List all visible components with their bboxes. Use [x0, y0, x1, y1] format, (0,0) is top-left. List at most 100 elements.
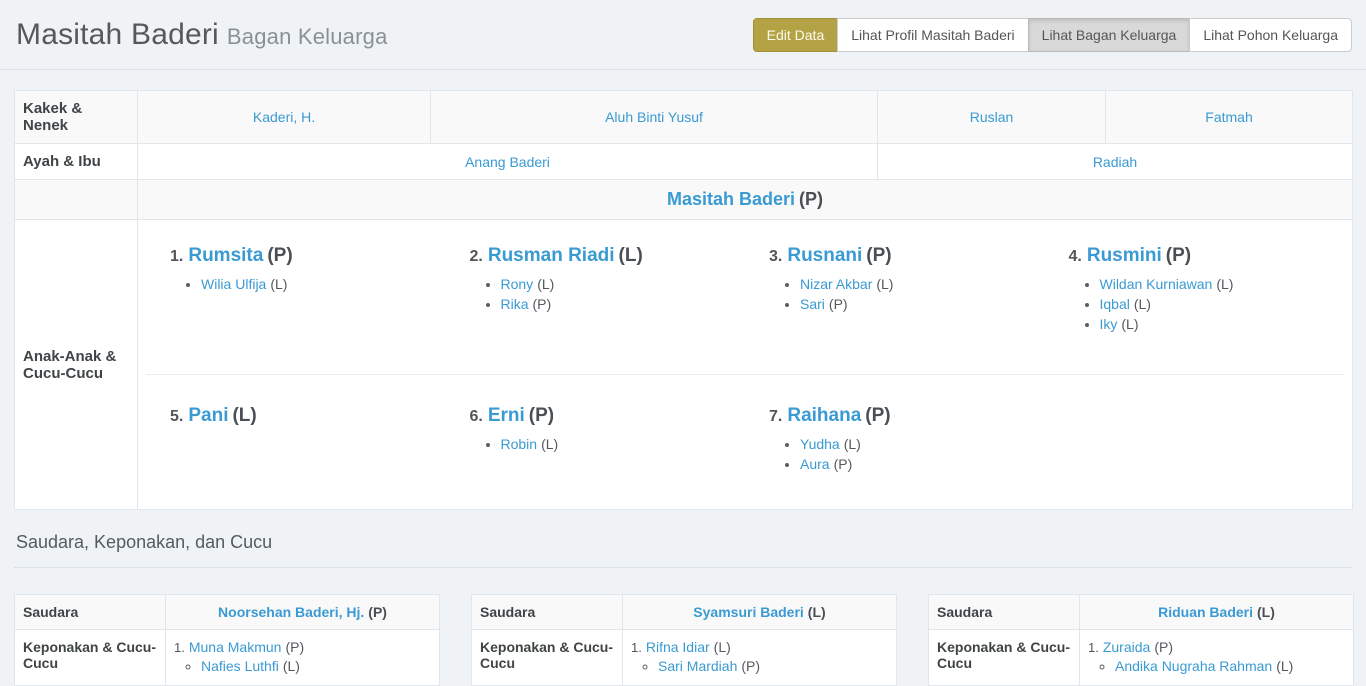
- action-button-group: Edit Data Lihat Profil Masitah Baderi Li…: [753, 18, 1352, 52]
- child-heading: 2.Rusman Riadi(L): [470, 245, 738, 267]
- person-link[interactable]: Radiah: [1093, 154, 1137, 170]
- edit-data-button[interactable]: Edit Data: [753, 18, 839, 52]
- person-link[interactable]: Erni: [488, 405, 525, 426]
- person-link[interactable]: Fatmah: [1205, 109, 1252, 125]
- person-link[interactable]: Rika: [501, 296, 529, 312]
- nephews-row: Keponakan & Cucu-Cucu 1.Muna Makmun(P) N…: [15, 630, 440, 686]
- person-link[interactable]: Riduan Baderi: [1158, 604, 1253, 620]
- person-link[interactable]: Anang Baderi: [465, 154, 550, 170]
- person-link[interactable]: Rusnani: [787, 245, 862, 266]
- grandparent-cell: Kaderi, H.: [138, 91, 431, 144]
- page-title: Masitah BaderiBagan Keluarga: [16, 18, 388, 52]
- nephew-children-list: Sari Mardiah(P): [631, 658, 888, 674]
- child-number: 3.: [769, 248, 782, 265]
- parents-row-label: Ayah & Ibu: [15, 144, 138, 180]
- person-link[interactable]: Masitah Baderi: [667, 189, 795, 209]
- gender-label: (P): [533, 296, 552, 312]
- person-link[interactable]: Nizar Akbar: [800, 276, 872, 292]
- parents-row: Ayah & Ibu Anang Baderi Radiah: [15, 144, 1353, 180]
- nephews-row: Keponakan & Cucu-Cucu 1.Rifna Idiar(L) S…: [472, 630, 897, 686]
- person-link[interactable]: Sari: [800, 296, 825, 312]
- sibling-name-row: Saudara Riduan Baderi(L): [929, 595, 1354, 630]
- gender-label: (L): [876, 276, 893, 292]
- gender-label: (P): [865, 405, 890, 426]
- person-link[interactable]: Raihana: [787, 405, 861, 426]
- child-block: 7.Raihana(P) Yudha(L) Aura (P): [745, 375, 1045, 500]
- nephew-child-item: Nafies Luthfi(L): [201, 658, 431, 674]
- person-link[interactable]: Rusman Riadi: [488, 245, 615, 266]
- grandchild-item: Rika(P): [501, 296, 738, 312]
- child-number: 6.: [470, 408, 483, 425]
- sibling-name-cell: Riduan Baderi(L): [1080, 595, 1354, 630]
- child-number: 1.: [170, 248, 183, 265]
- sibling-card: Saudara Riduan Baderi(L) Keponakan & Cuc…: [928, 594, 1354, 686]
- person-link[interactable]: Iky: [1100, 316, 1118, 332]
- view-chart-button[interactable]: Lihat Bagan Keluarga: [1028, 18, 1191, 52]
- gender-label: (P): [368, 604, 387, 620]
- gender-label: (P): [866, 245, 891, 266]
- nephew-number: 1.: [1088, 640, 1099, 655]
- view-tree-button[interactable]: Lihat Pohon Keluarga: [1189, 18, 1352, 52]
- gender-label: (L): [844, 436, 861, 452]
- child-number: 5.: [170, 408, 183, 425]
- person-link[interactable]: Sari Mardiah: [658, 658, 737, 674]
- person-link[interactable]: Wildan Kurniawan: [1100, 276, 1213, 292]
- nephew-item: 1.Rifna Idiar(L) Sari Mardiah(P): [631, 639, 888, 674]
- grandchild-item: Robin(L): [501, 436, 738, 452]
- nephew-item: 1.Muna Makmun(P) Nafies Luthfi(L): [174, 639, 431, 674]
- child-block: 5. Pani(L): [146, 375, 446, 500]
- nephews-row-label: Keponakan & Cucu-Cucu: [929, 630, 1080, 686]
- person-link[interactable]: Robin: [501, 436, 538, 452]
- person-link[interactable]: Rusmini: [1087, 245, 1162, 266]
- person-link[interactable]: Wilia Ulfija: [201, 276, 266, 292]
- person-link[interactable]: Rifna Idiar: [646, 639, 710, 655]
- person-link[interactable]: Ruslan: [970, 109, 1014, 125]
- person-link[interactable]: Nafies Luthfi: [201, 658, 279, 674]
- gender-label: (L): [1121, 316, 1138, 332]
- person-link[interactable]: Aura: [800, 456, 830, 472]
- gender-label: (P): [1166, 245, 1191, 266]
- children-row-label: Anak-Anak & Cucu-Cucu: [15, 220, 138, 510]
- grandchild-item: Wildan Kurniawan(L): [1100, 276, 1337, 292]
- person-link[interactable]: Andika Nugraha Rahman: [1115, 658, 1272, 674]
- gender-label: (P): [799, 189, 823, 209]
- gender-label: (L): [541, 436, 558, 452]
- person-link[interactable]: Aluh Binti Yusuf: [605, 109, 703, 125]
- grandchildren-list: Robin(L): [470, 436, 738, 452]
- child-heading: 3. Rusnani(P): [769, 245, 1037, 267]
- sibling-cards: Saudara Noorsehan Baderi, Hj.(P) Keponak…: [14, 594, 1352, 686]
- child-number: 4.: [1069, 248, 1082, 265]
- gender-label: (P): [1154, 639, 1173, 655]
- sibling-card: Saudara Noorsehan Baderi, Hj.(P) Keponak…: [14, 594, 440, 686]
- person-link[interactable]: Iqbal: [1100, 296, 1130, 312]
- grandparent-cell: Aluh Binti Yusuf: [431, 91, 878, 144]
- child-block: 2.Rusman Riadi(L) Rony(L) Rika(P): [446, 229, 746, 374]
- person-link[interactable]: Muna Makmun: [189, 639, 282, 655]
- grandparents-row-label: Kakek & Nenek: [15, 91, 138, 144]
- person-link[interactable]: Zuraida: [1103, 639, 1150, 655]
- nephews-cell: 1.Muna Makmun(P) Nafies Luthfi(L): [166, 630, 440, 686]
- sibling-name-row: Saudara Noorsehan Baderi, Hj.(P): [15, 595, 440, 630]
- person-link[interactable]: Rumsita: [188, 245, 263, 266]
- gender-label: (L): [232, 405, 256, 426]
- top-bar: Masitah BaderiBagan Keluarga Edit Data L…: [0, 0, 1366, 70]
- nephew-children-list: Nafies Luthfi(L): [174, 658, 431, 674]
- gender-label: (L): [537, 276, 554, 292]
- person-link[interactable]: Yudha: [800, 436, 840, 452]
- child-heading: 7.Raihana(P): [769, 405, 1037, 427]
- person-link[interactable]: Rony: [501, 276, 534, 292]
- person-link[interactable]: Noorsehan Baderi, Hj.: [218, 604, 364, 620]
- child-heading: 6.Erni(P): [470, 405, 738, 427]
- gender-label: (L): [714, 639, 731, 655]
- person-link[interactable]: Pani: [188, 405, 228, 426]
- grandchild-item: Rony(L): [501, 276, 738, 292]
- sibling-card: Saudara Syamsuri Baderi(L) Keponakan & C…: [471, 594, 897, 686]
- grandchild-item: Yudha(L): [800, 436, 1037, 452]
- grandchildren-list: Nizar Akbar(L) Sari(P): [769, 276, 1037, 312]
- view-profile-button[interactable]: Lihat Profil Masitah Baderi: [837, 18, 1028, 52]
- person-link[interactable]: Syamsuri Baderi: [693, 604, 804, 620]
- person-link[interactable]: Kaderi, H.: [253, 109, 315, 125]
- siblings-section-heading: Saudara, Keponakan, dan Cucu: [14, 532, 1352, 568]
- grandchild-item: Nizar Akbar(L): [800, 276, 1037, 292]
- gender-label: (L): [1134, 296, 1151, 312]
